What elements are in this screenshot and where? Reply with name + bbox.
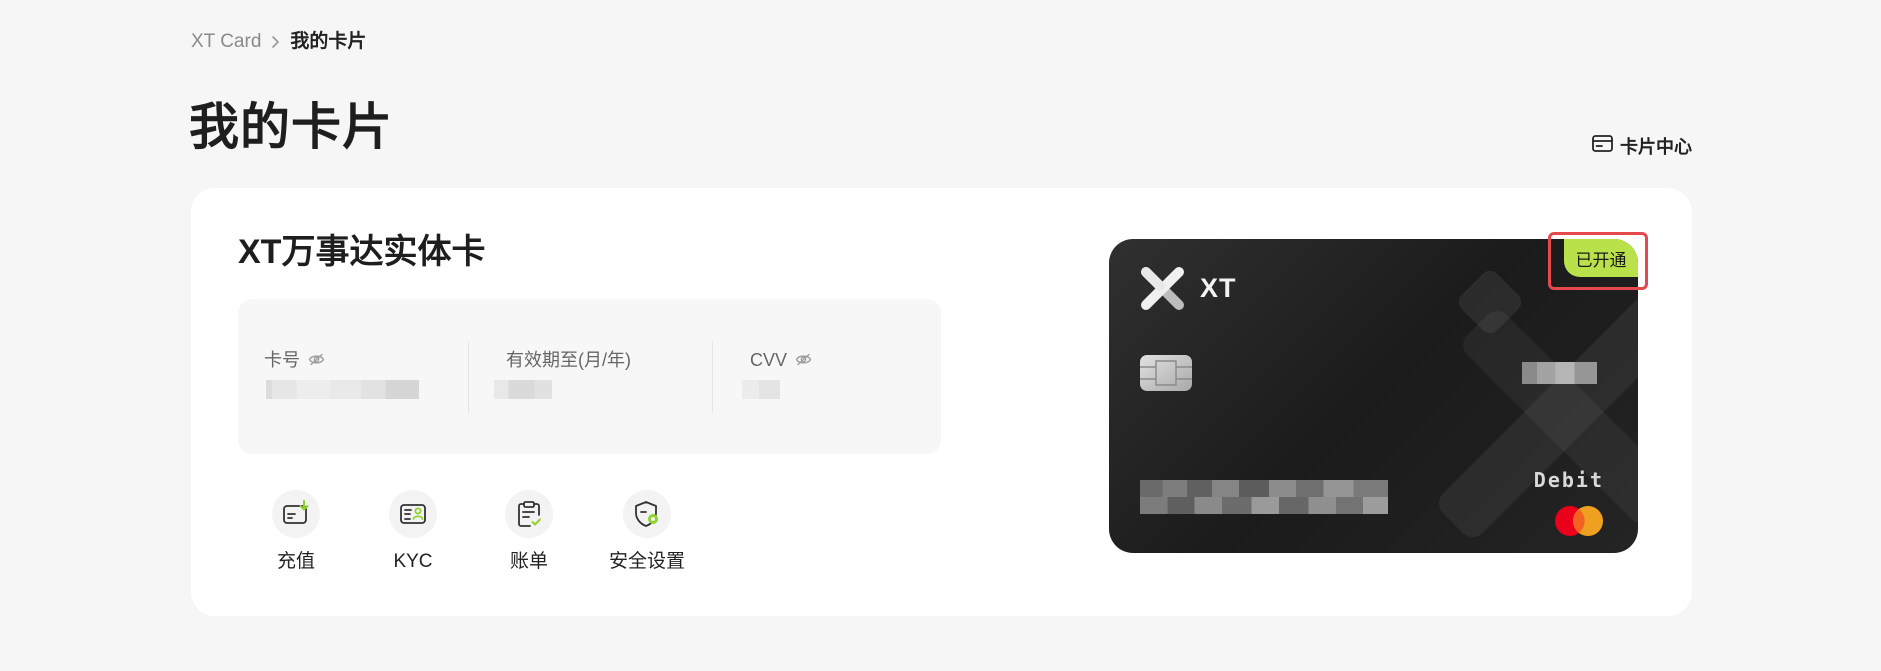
breadcrumb-current: 我的卡片 bbox=[290, 31, 367, 52]
expiry-field: 有效期至(月/年) bbox=[506, 348, 631, 372]
breadcrumb: XT Card 我的卡片 bbox=[191, 30, 366, 54]
card-info-box: 卡号 有效期至(月/年) CVV bbox=[238, 299, 941, 454]
bill-label: 账单 bbox=[509, 551, 548, 572]
security-settings-icon bbox=[623, 490, 671, 538]
mosaic-row bbox=[1140, 480, 1388, 497]
bill-button[interactable]: 账单 bbox=[469, 490, 589, 574]
bill-icon bbox=[505, 490, 553, 538]
cvv-value-masked bbox=[742, 380, 780, 399]
divider bbox=[468, 341, 469, 413]
card-brand: XT bbox=[1200, 273, 1237, 303]
card-panel: XT万事达实体卡 卡号 有效期至(月/年) CVV 充值 KYC 账单 安全设置… bbox=[191, 188, 1692, 616]
cvv-field: CVV bbox=[750, 348, 812, 372]
deposit-icon bbox=[272, 490, 320, 538]
card-masked-info bbox=[1522, 362, 1597, 384]
security-settings-label: 安全设置 bbox=[608, 551, 685, 572]
eye-off-icon[interactable] bbox=[787, 348, 812, 372]
divider bbox=[712, 341, 713, 413]
deposit-button[interactable]: 充值 bbox=[236, 490, 356, 574]
card-number-value-masked bbox=[266, 380, 419, 399]
xt-logo-icon bbox=[1141, 267, 1184, 310]
deposit-label: 充值 bbox=[276, 551, 315, 572]
card-number-label: 卡号 bbox=[264, 350, 300, 370]
mosaic-row bbox=[1140, 497, 1388, 514]
card-number-masked bbox=[1140, 480, 1388, 514]
card-number-field: 卡号 bbox=[264, 348, 325, 372]
chevron-right-icon bbox=[271, 35, 280, 49]
card-icon bbox=[1592, 135, 1620, 157]
mastercard-logo bbox=[1555, 506, 1603, 536]
page-title: 我的卡片 bbox=[189, 99, 393, 155]
card-name: XT万事达实体卡 bbox=[238, 233, 486, 271]
highlight-box bbox=[1548, 232, 1648, 290]
eye-off-icon[interactable] bbox=[300, 348, 325, 372]
breadcrumb-link-xt-card[interactable]: XT Card bbox=[191, 30, 261, 54]
card-center-link[interactable]: 卡片中心 bbox=[1592, 134, 1692, 158]
security-settings-button[interactable]: 安全设置 bbox=[587, 490, 707, 574]
expiry-label: 有效期至(月/年) bbox=[506, 350, 631, 370]
expiry-value-masked bbox=[494, 380, 552, 399]
kyc-icon bbox=[389, 490, 437, 538]
kyc-label: KYC bbox=[393, 551, 433, 572]
card-type: Debit bbox=[1533, 468, 1604, 492]
card-center-label: 卡片中心 bbox=[1620, 137, 1692, 157]
cvv-label: CVV bbox=[750, 350, 788, 370]
chip-icon bbox=[1140, 355, 1192, 391]
kyc-button[interactable]: KYC bbox=[353, 490, 473, 574]
